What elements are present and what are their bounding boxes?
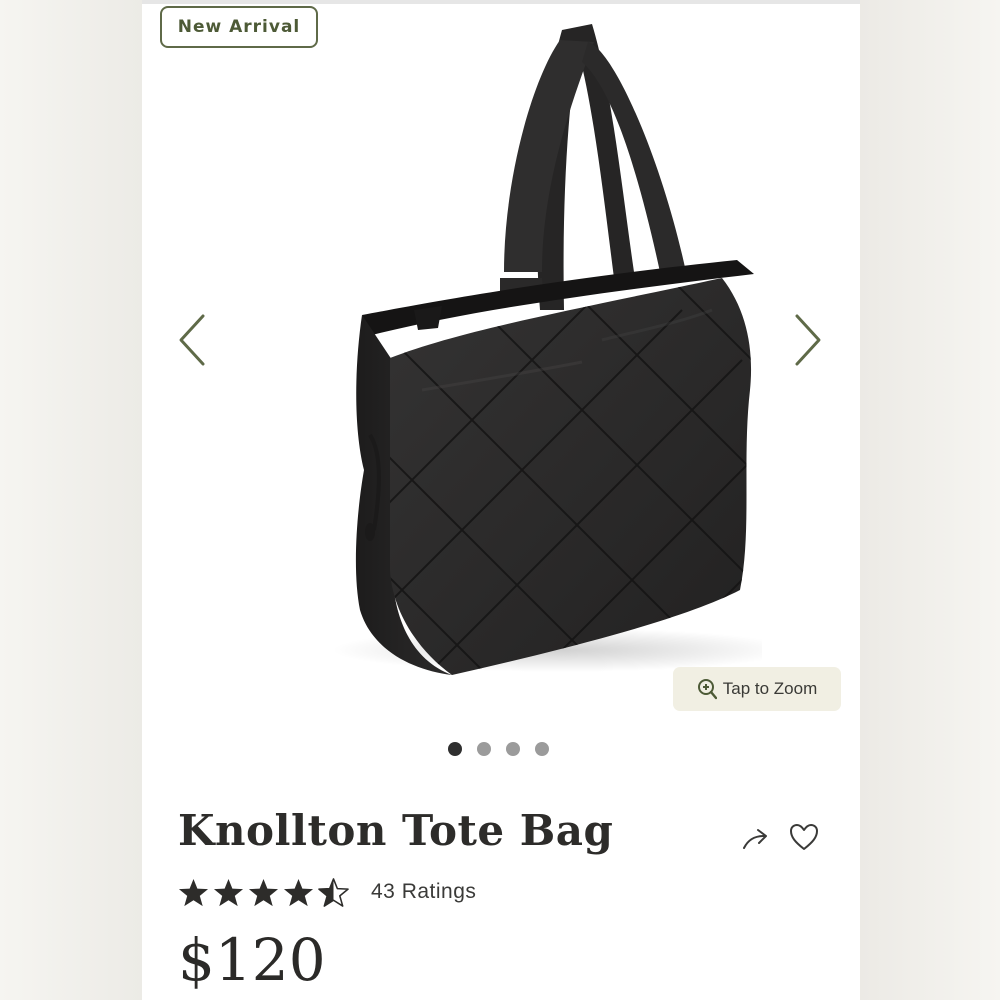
next-image-button[interactable] (788, 310, 828, 370)
carousel-dot[interactable] (477, 742, 491, 756)
heart-outline-icon (790, 824, 818, 850)
carousel-dot[interactable] (448, 742, 462, 756)
product-title: Knollton Tote Bag (178, 806, 614, 855)
product-price: $120 (178, 926, 326, 994)
new-arrival-badge: New Arrival (160, 6, 318, 48)
star-icon (283, 878, 314, 906)
rating-row[interactable]: 43 Ratings (178, 875, 476, 909)
ratings-count[interactable]: 43 Ratings (371, 880, 476, 904)
share-button[interactable] (740, 822, 774, 856)
carousel-dot[interactable] (506, 742, 520, 756)
chevron-right-icon (795, 314, 821, 366)
star-half-icon (318, 877, 349, 907)
star-icon (248, 878, 279, 906)
right-backdrop (860, 0, 1000, 1000)
product-detail-screen: New Arrival Tap to Zoom Knollton Tote Ba… (142, 0, 860, 1000)
chevron-left-icon (179, 314, 205, 366)
star-icon (178, 878, 209, 906)
magnifier-plus-icon (697, 679, 717, 700)
carousel-dots (448, 741, 549, 757)
top-divider (142, 0, 860, 4)
tap-to-zoom-button[interactable]: Tap to Zoom (673, 667, 841, 711)
product-image[interactable] (242, 10, 762, 690)
carousel-dot[interactable] (535, 742, 549, 756)
left-backdrop (0, 0, 142, 1000)
previous-image-button[interactable] (172, 310, 212, 370)
zoom-label: Tap to Zoom (722, 679, 818, 698)
share-arrow-icon (743, 829, 767, 849)
star-icon (213, 878, 244, 906)
favorite-button[interactable] (787, 820, 821, 854)
